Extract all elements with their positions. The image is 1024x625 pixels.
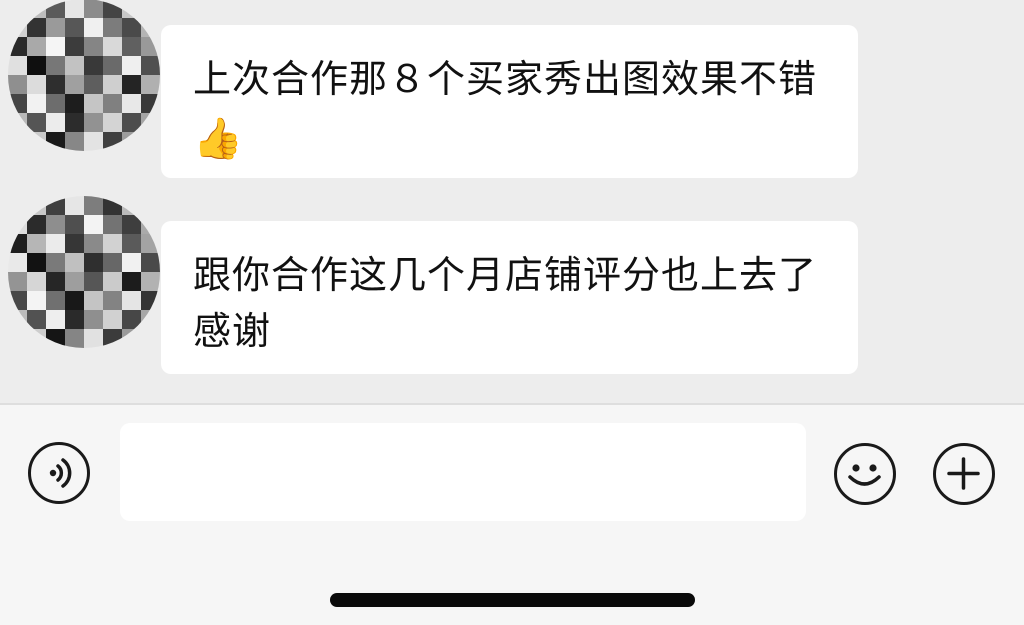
input-bar (0, 405, 1024, 625)
home-indicator[interactable] (330, 593, 695, 607)
avatar[interactable] (8, 196, 160, 348)
message-text: 上次合作那８个买家秀出图效果不错👍 (193, 57, 818, 162)
emoji-icon[interactable] (834, 443, 896, 505)
chat-area: 上次合作那８个买家秀出图效果不错👍 跟你合作这几个月店铺评分也上去了 感谢 (0, 0, 1024, 403)
voice-icon[interactable] (28, 442, 90, 504)
message-bubble[interactable]: 上次合作那８个买家秀出图效果不错👍 (161, 25, 858, 178)
message-input[interactable] (120, 423, 806, 521)
thumbs-up-icon: 👍 (193, 116, 244, 162)
message-bubble[interactable]: 跟你合作这几个月店铺评分也上去了 感谢 (161, 221, 858, 374)
message-text: 跟你合作这几个月店铺评分也上去了 感谢 (193, 253, 818, 353)
avatar[interactable] (8, 0, 160, 151)
plus-icon[interactable] (933, 443, 995, 505)
